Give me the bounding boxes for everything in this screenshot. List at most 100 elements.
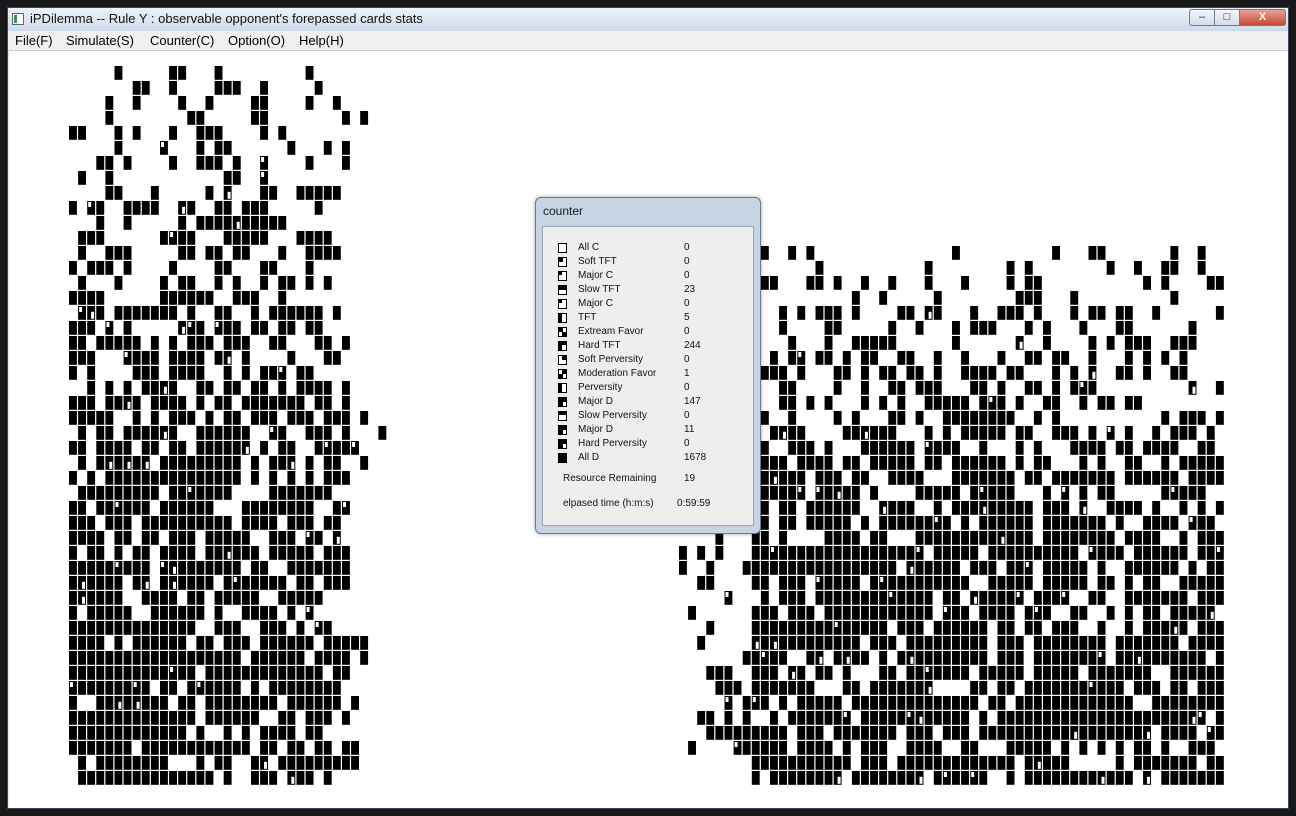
grid-cell: [223, 726, 232, 740]
grid-cell: [1206, 666, 1215, 680]
hard-tft-icon: [558, 341, 567, 351]
grid-cell: [196, 486, 205, 500]
grid-cell: [1206, 621, 1215, 635]
grid-cell: [69, 561, 77, 575]
grid-cell: [942, 441, 951, 455]
close-button[interactable]: X: [1240, 9, 1286, 26]
grid-cell: [287, 741, 296, 755]
grid-cell: [160, 576, 168, 590]
counter-row-label: Extream Favor: [578, 326, 644, 337]
grid-cell-mark: [1147, 776, 1150, 784]
grid-cell-mark: [943, 607, 947, 612]
grid-cell: [214, 696, 223, 710]
grid-cell: [1170, 291, 1179, 305]
grid-cell: [232, 81, 241, 95]
grid-cell: [305, 711, 314, 725]
grid-cell: [232, 741, 241, 755]
grid-cell: [1179, 591, 1188, 605]
grid-cell: [1161, 741, 1170, 755]
counter-row-label: Moderation Favor: [578, 368, 657, 379]
grid-cell: [241, 246, 250, 260]
grid-cell: [141, 636, 150, 650]
grid-cell: [961, 666, 969, 680]
grid-cell: [833, 471, 842, 485]
grid-cell: [1006, 546, 1015, 560]
grid-cell: [223, 486, 232, 500]
grid-cell: [988, 471, 997, 485]
grid-cell: [323, 756, 332, 770]
grid-cell: [770, 711, 778, 725]
grid-cell: [150, 756, 159, 770]
grid-cell: [141, 681, 150, 695]
grid-cell: [952, 456, 960, 470]
grid-cell: [96, 306, 105, 320]
minimize-button[interactable]: –: [1189, 9, 1215, 26]
menu-simulate[interactable]: Simulate(S): [66, 33, 134, 48]
grid-cell: [706, 561, 715, 575]
grid-cell: [160, 696, 168, 710]
grid-cell: [123, 696, 132, 710]
grid-cell: [278, 486, 287, 500]
menu-help[interactable]: Help(H): [299, 33, 344, 48]
grid-cell: [1033, 441, 1042, 455]
grid-cell: [69, 606, 77, 620]
grid-cell: [96, 156, 105, 170]
grid-cell: [1106, 546, 1115, 560]
grid-cell: [879, 636, 888, 650]
grid-cell: [287, 756, 296, 770]
grid-cell-mark: [752, 697, 756, 702]
grid-cell: [851, 411, 860, 425]
grid-cell: [305, 576, 314, 590]
grid-cell: [751, 561, 760, 575]
grid-cell-mark: [837, 491, 841, 499]
grid-cell: [942, 621, 951, 635]
grid-cell: [988, 486, 997, 500]
grid-cell: [105, 711, 114, 725]
menu-file[interactable]: File(F): [15, 33, 53, 48]
grid-cell: [879, 651, 888, 665]
grid-cell-mark: [115, 562, 119, 567]
menu-option[interactable]: Option(O): [228, 33, 285, 48]
grid-cell: [132, 561, 141, 575]
grid-cell: [997, 396, 1006, 410]
grid-cell: [779, 561, 787, 575]
grid-cell: [779, 576, 787, 590]
grid-cell: [970, 366, 979, 380]
grid-cell: [1043, 636, 1051, 650]
grid-cell: [223, 741, 232, 755]
grid-cell: [1124, 621, 1133, 635]
grid-cell: [305, 561, 314, 575]
grid-cell: [1043, 531, 1051, 545]
grid-cell-mark: [755, 641, 759, 649]
grid-cell: [269, 306, 278, 320]
grid-cell: [1197, 546, 1206, 560]
grid-cell: [223, 81, 232, 95]
grid-cell: [241, 546, 250, 560]
grid-cell: [779, 531, 787, 545]
grid-cell: [187, 711, 196, 725]
grid-cell: [251, 381, 259, 395]
grid-cell: [906, 441, 915, 455]
menu-counter[interactable]: Counter(C): [150, 33, 214, 48]
grid-cell: [278, 531, 287, 545]
grid-cell: [1015, 516, 1024, 530]
grid-cell: [824, 711, 833, 725]
maximize-button[interactable]: □: [1215, 9, 1240, 26]
grid-cell: [1106, 396, 1115, 410]
grid-cell: [78, 441, 86, 455]
grid-cell: [269, 606, 278, 620]
grid-cell: [879, 366, 888, 380]
grid-cell: [988, 591, 997, 605]
grid-cell: [870, 756, 878, 770]
grid-cell: [997, 411, 1006, 425]
grid-cell-mark: [315, 622, 319, 627]
grid-cell: [1061, 351, 1070, 365]
grid-cell-mark: [771, 547, 774, 552]
counter-dialog[interactable]: counter Resource Remaining 19 elpased ti…: [535, 197, 761, 534]
grid-cell: [150, 651, 159, 665]
grid-cell: [278, 591, 287, 605]
grid-cell: [241, 201, 250, 215]
grid-cell: [779, 396, 787, 410]
grid-cell: [1179, 351, 1188, 365]
title-bar[interactable]: iPDilemma -- Rule Y : observable opponen…: [8, 8, 1288, 31]
